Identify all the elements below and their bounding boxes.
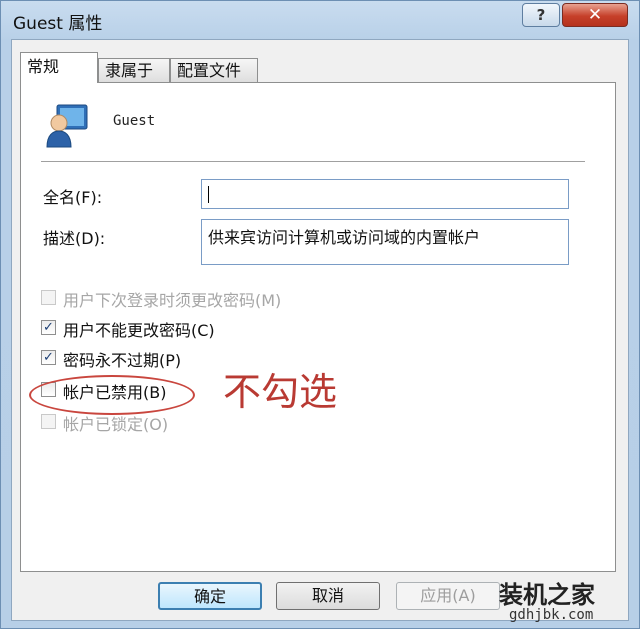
user-avatar-icon xyxy=(46,104,88,148)
account-name: Guest xyxy=(113,113,156,129)
cancel-button[interactable]: 取消 xyxy=(276,582,380,610)
checkbox-box[interactable] xyxy=(41,290,56,305)
help-button[interactable]: ? xyxy=(522,3,560,27)
text-cursor xyxy=(208,186,209,203)
apply-button[interactable]: 应用(A) xyxy=(396,582,500,610)
properties-window: Guest 属性 ? ✕ 常规 隶属于 配置文件 Guest 全名(F): 描述… xyxy=(0,0,640,629)
description-input[interactable]: 供来宾访问计算机或访问域的内置帐户 xyxy=(201,219,569,265)
checkbox-label: 用户不能更改密码(C) xyxy=(63,321,215,340)
checkbox-box-checked[interactable]: ✓ xyxy=(41,320,56,335)
description-label: 描述(D): xyxy=(43,229,106,248)
title-bar[interactable]: Guest 属性 ? ✕ xyxy=(1,1,639,37)
general-tab-panel: Guest 全名(F): 描述(D): 供来宾访问计算机或访问域的内置帐户 用户… xyxy=(20,82,616,572)
fullname-input[interactable] xyxy=(201,179,569,209)
annotation-circle xyxy=(29,375,195,415)
dialog-client-area: 常规 隶属于 配置文件 Guest 全名(F): 描述(D): 供来宾访问计算机… xyxy=(11,39,629,621)
checkbox-box-checked[interactable]: ✓ xyxy=(41,350,56,365)
separator xyxy=(41,161,585,162)
window-title: Guest 属性 xyxy=(13,14,103,34)
tab-profile[interactable]: 配置文件 xyxy=(170,58,258,82)
fullname-label: 全名(F): xyxy=(43,188,103,207)
checkbox-label: 用户下次登录时须更改密码(M) xyxy=(63,291,282,310)
watermark-logo: 装机之家 xyxy=(499,581,595,609)
checkbox-label: 密码永不过期(P) xyxy=(63,351,182,370)
tab-member-of[interactable]: 隶属于 xyxy=(98,58,170,82)
ok-button[interactable]: 确定 xyxy=(158,582,262,610)
annotation-text: 不勾选 xyxy=(223,370,338,414)
tab-general[interactable]: 常规 xyxy=(20,52,98,83)
checkbox-box[interactable] xyxy=(41,414,56,429)
close-button[interactable]: ✕ xyxy=(562,3,628,27)
watermark-url: gdhjbk.com xyxy=(509,607,594,623)
